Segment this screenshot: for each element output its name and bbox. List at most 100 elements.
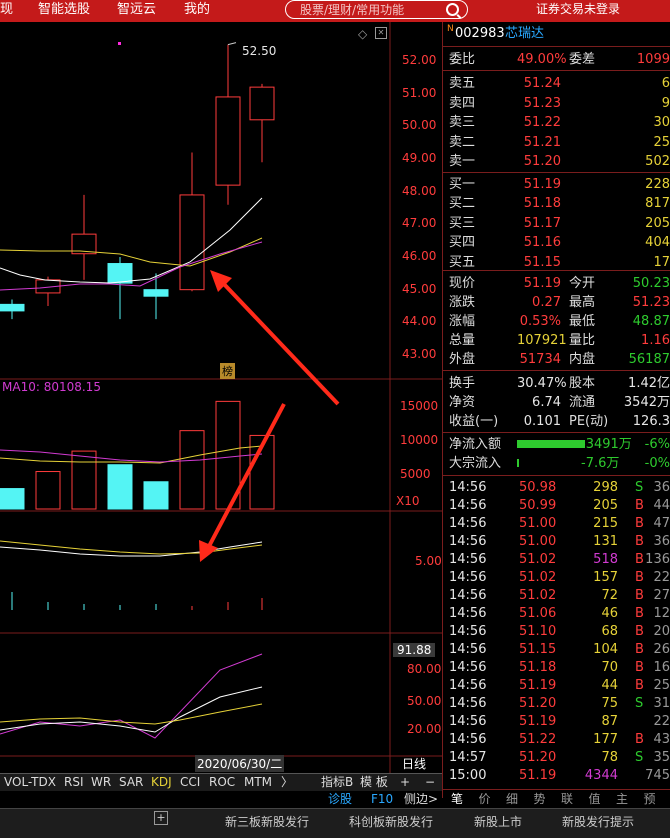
bottom-bar: + 新三板新股发行 科创板新股发行 新股上市 新股发行提示 — [0, 808, 670, 838]
flow-bar — [517, 459, 519, 467]
volume-unit-label: X10 — [396, 494, 420, 508]
kline-chart[interactable] — [0, 22, 442, 798]
quote-row: 涨跌 0.27 最高 51.23 — [449, 295, 670, 310]
macd-tick-label: 5.00 — [415, 554, 442, 568]
ask-row[interactable]: 卖二 51.21 25 — [449, 133, 670, 152]
trade-tick-row: 14:56 51.19 44 B 25 — [449, 678, 670, 693]
remove-button[interactable]: − — [425, 774, 435, 791]
bottom-link-star[interactable]: 科创板新股发行 — [349, 813, 433, 830]
order-ratio-row: 委比 49.00% 委差 1099 — [449, 52, 670, 67]
trade-tick-row: 14:56 51.22 177 B 43 — [449, 732, 670, 747]
volume-bar — [71, 450, 97, 510]
ask-row[interactable]: 卖三 51.22 30 — [449, 113, 670, 132]
f10-link[interactable]: F10 — [371, 790, 393, 808]
tab-mtm[interactable]: MTM — [244, 774, 272, 791]
price-tick-label: 47.00 — [402, 216, 437, 231]
bid-row[interactable]: 买二 51.18 817 — [449, 194, 670, 213]
tag-badge: 榜 — [220, 363, 235, 379]
trade-tick-row: 14:56 51.00 215 B 47 — [449, 516, 670, 531]
kdj-top-label: 91.88 — [393, 643, 436, 657]
period-label[interactable]: 日线 — [402, 755, 426, 772]
stock-header: N 002983 芯瑞达 — [447, 24, 670, 43]
panel-tab[interactable]: 价 — [479, 790, 491, 807]
nav-item-mine[interactable]: 我的 — [184, 0, 210, 22]
price-tick-label: 46.00 — [402, 249, 437, 263]
more-arrow-icon[interactable]: 〉 — [281, 774, 293, 791]
tab-roc[interactable]: ROC — [209, 774, 235, 791]
quote-row: 外盘 51734 内盘 56187 — [449, 352, 670, 367]
close-box-icon[interactable]: ✕ — [375, 27, 387, 39]
candle-body — [107, 263, 133, 284]
tab-kdj[interactable]: KDJ — [151, 774, 172, 791]
trade-tick-row: 14:56 50.98 298 S 36 — [449, 480, 670, 495]
high-marker — [227, 42, 237, 46]
search-placeholder: 股票/理财/常用功能 — [300, 3, 405, 17]
stock-name[interactable]: 芯瑞达 — [505, 24, 544, 43]
tab-wr[interactable]: WR — [91, 774, 111, 791]
ask-row[interactable]: 卖五 51.24 6 — [449, 74, 670, 93]
panel-tab[interactable]: 预 — [644, 790, 656, 807]
search-icon[interactable] — [446, 3, 459, 16]
kline-chart-area[interactable]: 52.00 51.00 50.00 49.00 48.00 47.00 46.00 45.00… — [0, 22, 442, 798]
volume-tick-label: 10000 — [400, 432, 439, 447]
macd-dea-line — [0, 540, 263, 555]
panel-tab[interactable]: 笔 — [451, 790, 463, 807]
add-button[interactable]: + — [400, 774, 410, 791]
fund-separator — [443, 432, 670, 433]
bottom-link-listing[interactable]: 新股上市 — [474, 813, 522, 830]
search-input[interactable]: 股票/理财/常用功能 — [285, 0, 468, 19]
quote-separator — [443, 370, 670, 371]
bottom-link-neeq[interactable]: 新三板新股发行 — [225, 813, 309, 830]
price-tick-label: 50.00 — [402, 118, 437, 133]
expand-icon[interactable]: + — [154, 811, 168, 825]
price-tick-label: 43.00 — [402, 347, 437, 361]
bid-row[interactable]: 买三 51.17 205 — [449, 214, 670, 233]
volume-bar — [107, 464, 133, 510]
fundamental-row: 收益(一) 0.101 PE(动) 126.3 — [449, 414, 670, 429]
new-flag: N — [447, 24, 454, 34]
tab-sar[interactable]: SAR — [119, 774, 143, 791]
tab-template[interactable]: 模 板 — [360, 774, 388, 791]
candle-body — [143, 289, 169, 297]
sidebar-link[interactable]: 侧边> — [404, 790, 438, 808]
flow-bar — [517, 440, 585, 448]
trade-tick-row: 14:56 51.06 46 B 12 — [449, 606, 670, 621]
bid-row[interactable]: 买一 51.19 228 — [449, 175, 670, 194]
date-label: 2020/06/30/二 — [195, 755, 285, 772]
diamond-icon[interactable]: ◇ — [358, 27, 367, 41]
tab-rsi[interactable]: RSI — [64, 774, 84, 791]
tab-cci[interactable]: CCI — [180, 774, 200, 791]
tab-vol-tdx[interactable]: VOL-TDX — [4, 774, 56, 791]
trade-tick-row: 14:56 51.02 157 B 22 — [449, 570, 670, 585]
bid-row[interactable]: 买四 51.16 404 — [449, 233, 670, 252]
nav-item-stock-picker[interactable]: 智能选股 — [38, 0, 90, 22]
marker-dot — [118, 42, 121, 45]
panel-tab[interactable]: 细 — [506, 790, 518, 807]
login-status[interactable]: 证券交易未登录 — [536, 0, 620, 19]
price-tick-label: 49.00 — [402, 151, 437, 165]
nav-item-cloud[interactable]: 智远云 — [117, 0, 156, 22]
panel-tab[interactable]: 主 — [616, 790, 628, 807]
diagnose-link[interactable]: 诊股 — [328, 790, 352, 808]
panel-tab[interactable]: 值 — [589, 790, 601, 807]
price-tick-label: 48.00 — [402, 183, 437, 198]
tab-indicator-b[interactable]: 指标B — [321, 774, 353, 791]
ask-row[interactable]: 卖一 51.20 502 — [449, 152, 670, 171]
trade-tick-row: 14:56 50.99 205 B 44 — [449, 498, 670, 513]
ask-row[interactable]: 卖四 51.23 9 — [449, 94, 670, 113]
trade-tick-row: 14:57 51.20 78 S 35 — [449, 750, 670, 765]
volume-tick-label: 15000 — [400, 398, 439, 413]
volume-bar — [0, 488, 25, 510]
panel-tab[interactable]: 联 — [561, 790, 573, 807]
volume-bar — [179, 430, 205, 510]
nav-item-home[interactable]: 现 — [0, 0, 13, 22]
kdj-tick-label: 50.00 — [407, 694, 442, 708]
bid-row[interactable]: 买五 51.15 17 — [449, 253, 670, 272]
bottom-link-ipo[interactable]: 新股发行提示 — [562, 813, 634, 830]
candle-body — [215, 96, 241, 186]
flow-separator — [443, 475, 670, 476]
price-tick-label: 51.00 — [402, 85, 437, 100]
ma-yellow-line — [0, 237, 263, 267]
kdj-tick-label: 20.00 — [407, 722, 442, 736]
panel-tab[interactable]: 势 — [534, 790, 546, 807]
